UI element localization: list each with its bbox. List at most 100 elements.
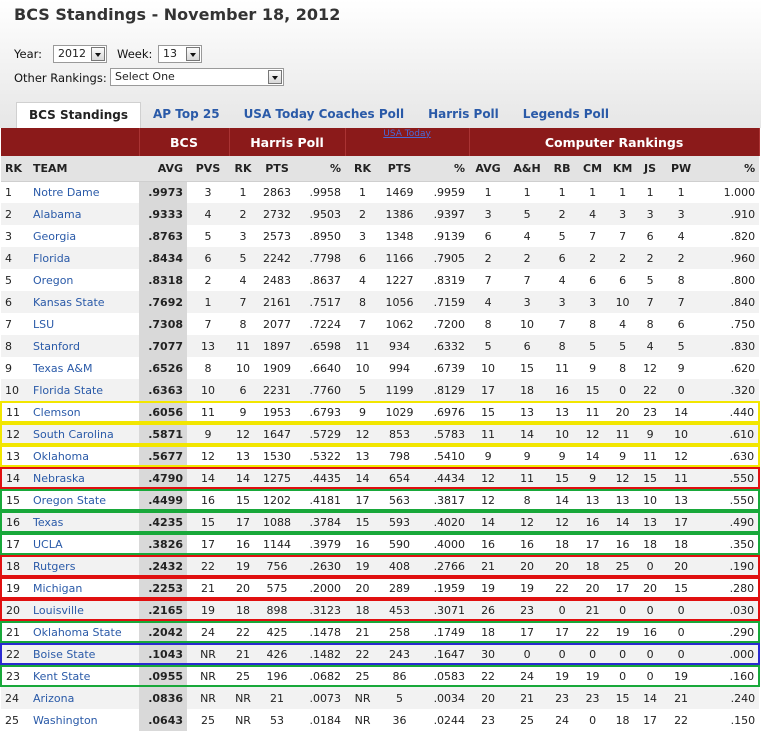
usa-today-link[interactable]: USA Today [383, 129, 431, 139]
other-rankings-select[interactable]: Select One [110, 68, 284, 86]
cell-harris-pts: 2573 [263, 229, 291, 243]
cell-comp-pct: .750 [730, 317, 756, 331]
team-link[interactable]: Louisville [29, 599, 139, 621]
cell-harris-pts: 2732 [257, 203, 297, 225]
team-link[interactable]: Rutgers [29, 555, 139, 577]
team-link[interactable]: Kent State [29, 665, 139, 687]
cell-comp-pw: 15 [663, 577, 699, 599]
tab-ap-top-25[interactable]: AP Top 25 [141, 102, 232, 128]
team-link[interactable]: Stanford [29, 335, 139, 357]
year-select[interactable]: 2012 [53, 45, 107, 63]
cell-comp-km: 5 [608, 335, 638, 357]
tab-usa-today-coaches-poll[interactable]: USA Today Coaches Poll [232, 102, 417, 128]
team-link[interactable]: Alabama [29, 203, 139, 225]
other-rankings-value: Select One [115, 70, 175, 83]
week-select[interactable]: 13 [158, 45, 202, 63]
tab-harris-poll[interactable]: Harris Poll [416, 102, 511, 128]
cell-comp-cm: 7 [589, 229, 597, 243]
team-link[interactable]: Florida State [29, 379, 139, 401]
team-link[interactable]: Oregon State [29, 489, 139, 511]
cell-comp-pct: .280 [699, 577, 761, 599]
week-select-value: 13 [163, 47, 177, 60]
cell-harris-rk: 1 [239, 185, 247, 199]
team-link[interactable]: Texas [29, 511, 139, 533]
cell-comp-js: 23 [637, 401, 663, 423]
team-link[interactable]: Nebraska [29, 467, 139, 489]
cell-comp-pw: 13 [663, 489, 699, 511]
cell-usa-rk: 21 [345, 621, 380, 643]
team-link[interactable]: Kansas State [29, 291, 139, 313]
group-usa-today: USA Today [345, 128, 470, 156]
cell-comp-cm: 18 [577, 555, 609, 577]
cell-usa-pct: .6332 [419, 335, 470, 357]
cell-comp-ah: 9 [507, 445, 547, 467]
cell-bcs-pvs: 3 [204, 185, 212, 199]
cell-usa-pts: 1386 [380, 203, 420, 225]
team-link[interactable]: Oregon [29, 269, 139, 291]
cell-comp-km: 0 [608, 665, 637, 687]
team-link[interactable]: UCLA [29, 533, 139, 555]
cell-usa-pct: .9397 [419, 203, 470, 225]
team-link[interactable]: Notre Dame [29, 181, 139, 203]
cell-bcs-avg: .5677 [139, 445, 187, 467]
cell-usa-pct: .2766 [419, 555, 470, 577]
team-link[interactable]: Oklahoma State [29, 621, 139, 643]
cell-usa-pts: 1199 [380, 379, 420, 401]
cell-comp-js: 0 [637, 599, 664, 621]
cell-bcs-pvs: 22 [187, 555, 229, 577]
cell-bcs-avg: .2165 [139, 599, 187, 621]
col-header-comp-pct: % [699, 156, 760, 182]
cell-usa-pct: .8319 [433, 273, 466, 287]
cell-comp-avg: 9 [469, 445, 507, 467]
chevron-down-icon [186, 47, 200, 61]
team-link[interactable]: Arizona [29, 687, 139, 709]
cell-usa-pts: 853 [380, 423, 420, 445]
cell-harris-pct: .6793 [297, 401, 345, 423]
cell-comp-js: 13 [637, 511, 664, 533]
cell-comp-js: 0 [637, 665, 663, 687]
cell-comp-js: 4 [637, 335, 664, 357]
team-link[interactable]: Boise State [29, 643, 139, 665]
cell-harris-pct: .5729 [297, 423, 346, 445]
team-link[interactable]: Texas A&M [29, 357, 139, 379]
tab-bcs-standings[interactable]: BCS Standings [16, 102, 141, 128]
cell-comp-rb: 3 [547, 291, 578, 313]
team-link[interactable]: LSU [29, 313, 139, 335]
cell-comp-ah: 5 [507, 203, 548, 225]
cell-usa-pts: 994 [389, 361, 411, 375]
table-row: 18 Rutgers .2432 22 19 756.2630 19 408.2766 21 20… [0, 555, 761, 577]
standings-table: BCS Harris Poll USA Today Computer Ranki… [0, 128, 761, 731]
team-link[interactable]: Michigan [29, 577, 139, 599]
cell-comp-js: 12 [643, 361, 658, 375]
cell-usa-rk: NR [354, 713, 371, 727]
cell-comp-avg: 22 [469, 665, 507, 687]
cell-usa-pts: 934 [380, 335, 420, 357]
cell-comp-cm: 8 [589, 317, 597, 331]
team-link[interactable]: Oklahoma [29, 445, 139, 467]
team-link[interactable]: Georgia [29, 225, 139, 247]
cell-rank: 21 [0, 621, 29, 643]
cell-comp-pw: 0 [663, 621, 699, 643]
cell-harris-rk: 14 [229, 467, 257, 489]
team-link[interactable]: Florida [29, 247, 139, 269]
cell-usa-rk: 3 [359, 229, 367, 243]
cell-harris-rk: 21 [229, 643, 257, 665]
col-header-usa-pct: % [419, 156, 470, 182]
cell-comp-pct: .320 [699, 379, 760, 401]
cell-comp-pw: 3 [663, 203, 700, 225]
tab-legends-poll[interactable]: Legends Poll [511, 102, 621, 128]
team-link[interactable]: Clemson [29, 401, 139, 423]
cell-harris-pts: 2242 [257, 247, 297, 269]
cell-harris-rk: 9 [229, 401, 257, 423]
cell-comp-cm: 0 [577, 643, 609, 665]
cell-harris-pts: 196 [257, 665, 297, 687]
team-link[interactable]: South Carolina [29, 423, 139, 445]
team-link[interactable]: Washington [29, 709, 139, 731]
table-row: 12 South Carolina .5871 9 12 1647.5729 12 853.5… [0, 423, 761, 445]
cell-bcs-avg: .7308 [139, 313, 187, 335]
cell-harris-pts: 425 [257, 621, 297, 643]
cell-comp-cm: 13 [577, 489, 608, 511]
cell-comp-cm: 0 [589, 713, 597, 727]
cell-comp-js: 9 [637, 423, 664, 445]
cell-usa-pct: .5410 [419, 445, 469, 467]
